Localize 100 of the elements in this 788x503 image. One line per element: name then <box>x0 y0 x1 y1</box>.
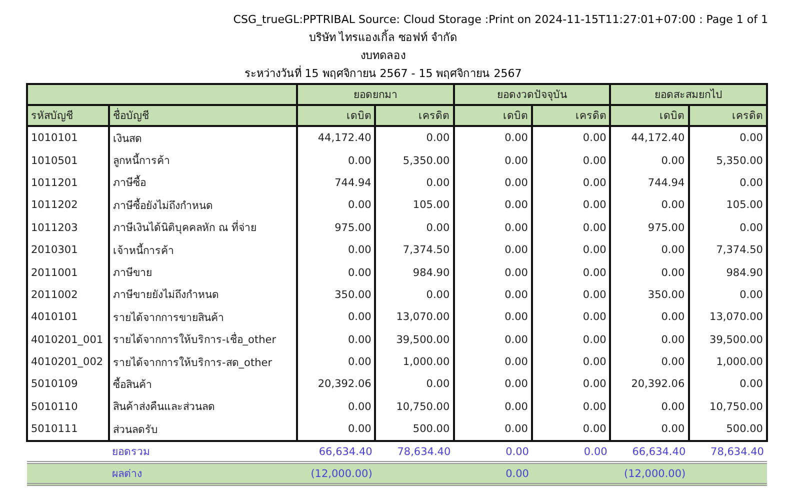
account-code: 5010111 <box>27 418 109 442</box>
amount-cell: 20,392.06 <box>610 373 689 396</box>
total-label: ยอดรวม <box>109 441 297 463</box>
column-header: เดบิต <box>297 105 376 126</box>
amount-cell: 1,000.00 <box>688 350 767 374</box>
amount-cell: 350.00 <box>610 284 689 306</box>
amount-cell: 0.00 <box>454 126 532 150</box>
account-name: เจ้าหนี้การค้า <box>109 238 297 262</box>
amount-cell: 0.00 <box>454 261 532 284</box>
amount-cell: 0.00 <box>610 350 689 374</box>
amount-cell: 0.00 <box>454 284 532 306</box>
account-name: ภาษีขาย <box>109 261 297 284</box>
account-code: 1011203 <box>27 216 109 239</box>
amount-cell: 0.00 <box>297 328 376 351</box>
amount-cell: 0.00 <box>688 373 767 396</box>
amount-cell: 0.00 <box>532 373 610 396</box>
amount-cell: 105.00 <box>375 194 454 217</box>
amount-cell: 0.00 <box>610 328 689 351</box>
amount-cell: 5,350.00 <box>375 149 454 172</box>
amount-cell: 10,750.00 <box>688 396 767 418</box>
account-code: 4010201_002 <box>27 350 109 374</box>
report-period: ระหว่างวันที่ 15 พฤศจิกายน 2567 - 15 พฤศจิกายน 2567 <box>244 65 522 82</box>
amount-cell: 0.00 <box>610 238 689 262</box>
amount-cell: 0.00 <box>610 396 689 418</box>
amount-cell: 500.00 <box>688 418 767 442</box>
column-header: เครดิต <box>688 105 767 126</box>
amount-cell: 0.00 <box>532 328 610 351</box>
account-name: รายได้จากการขายสินค้า <box>109 306 297 329</box>
amount-cell: 744.94 <box>297 172 376 194</box>
amount-cell: 0.00 <box>375 373 454 396</box>
amount-cell: 44,172.40 <box>610 126 689 150</box>
difference-label: ผลต่าง <box>109 462 297 485</box>
amount-cell: 0.00 <box>454 418 532 442</box>
amount-cell: 975.00 <box>610 216 689 239</box>
group-header: ยอดยกมา <box>297 84 454 105</box>
amount-cell: 744.94 <box>610 172 689 194</box>
amount-cell: 0.00 <box>532 149 610 172</box>
amount-cell: 0.00 <box>454 238 532 262</box>
total-amount: 66,634.40 <box>610 441 689 463</box>
amount-cell: 105.00 <box>688 194 767 217</box>
amount-cell: 0.00 <box>297 149 376 172</box>
amount-cell: 0.00 <box>532 306 610 329</box>
amount-cell: 0.00 <box>532 238 610 262</box>
amount-cell: 0.00 <box>297 261 376 284</box>
account-code: 2011002 <box>27 284 109 306</box>
amount-cell: 0.00 <box>297 306 376 329</box>
amount-cell: 0.00 <box>297 194 376 217</box>
total-amount: 66,634.40 <box>297 441 376 463</box>
account-name: ภาษีขายยังไม่ถึงกำหนด <box>109 284 297 306</box>
amount-cell: 0.00 <box>454 350 532 374</box>
amount-cell: 13,070.00 <box>375 306 454 329</box>
amount-cell: 0.00 <box>532 284 610 306</box>
amount-cell: 0.00 <box>532 216 610 239</box>
amount-cell: 0.00 <box>532 396 610 418</box>
amount-cell: 0.00 <box>532 172 610 194</box>
amount-cell: 0.00 <box>688 216 767 239</box>
amount-cell: 0.00 <box>688 284 767 306</box>
amount-cell: 0.00 <box>454 306 532 329</box>
total-amount: 78,634.40 <box>375 441 454 463</box>
amount-cell: 44,172.40 <box>297 126 376 150</box>
column-header: เดบิต <box>454 105 532 126</box>
amount-cell: 0.00 <box>375 126 454 150</box>
account-name: เงินสด <box>109 126 297 150</box>
column-header: เครดิต <box>375 105 454 126</box>
account-code: 4010201_001 <box>27 328 109 351</box>
amount-cell: 10,750.00 <box>375 396 454 418</box>
amount-cell: 984.90 <box>688 261 767 284</box>
account-code: 1010101 <box>27 126 109 150</box>
column-header: ชื่อบัญชี <box>109 105 297 126</box>
amount-cell: 7,374.50 <box>375 238 454 262</box>
amount-cell: 500.00 <box>375 418 454 442</box>
amount-cell: 0.00 <box>454 216 532 239</box>
amount-cell: 0.00 <box>297 350 376 374</box>
account-name: ซื้อสินค้า <box>109 373 297 396</box>
amount-cell: 39,500.00 <box>688 328 767 351</box>
amount-cell: 0.00 <box>454 194 532 217</box>
account-code: 5010110 <box>27 396 109 418</box>
amount-cell: 350.00 <box>297 284 376 306</box>
company-name: บริษัท ไทรแองเกิ้ล ซอฟท์ จำกัด <box>308 29 458 46</box>
account-name: รายได้จากการให้บริการ-เชื่อ_other <box>109 328 297 351</box>
amount-cell: 0.00 <box>375 284 454 306</box>
account-code: 2010301 <box>27 238 109 262</box>
difference-amount: (12,000.00) <box>297 462 376 485</box>
amount-cell: 0.00 <box>532 126 610 150</box>
amount-cell: 0.00 <box>297 238 376 262</box>
amount-cell: 975.00 <box>297 216 376 239</box>
total-amount: 0.00 <box>532 441 610 463</box>
total-amount: 0.00 <box>454 441 532 463</box>
amount-cell: 0.00 <box>532 418 610 442</box>
account-code: 1010501 <box>27 149 109 172</box>
amount-cell: 0.00 <box>610 194 689 217</box>
column-header: เดบิต <box>610 105 689 126</box>
amount-cell: 0.00 <box>454 328 532 351</box>
account-code: 1011202 <box>27 194 109 217</box>
amount-cell: 0.00 <box>454 172 532 194</box>
amount-cell: 7,374.50 <box>688 238 767 262</box>
amount-cell: 0.00 <box>610 306 689 329</box>
amount-cell: 39,500.00 <box>375 328 454 351</box>
amount-cell: 0.00 <box>375 172 454 194</box>
group-header: ยอดสะสมยกไป <box>610 84 767 105</box>
